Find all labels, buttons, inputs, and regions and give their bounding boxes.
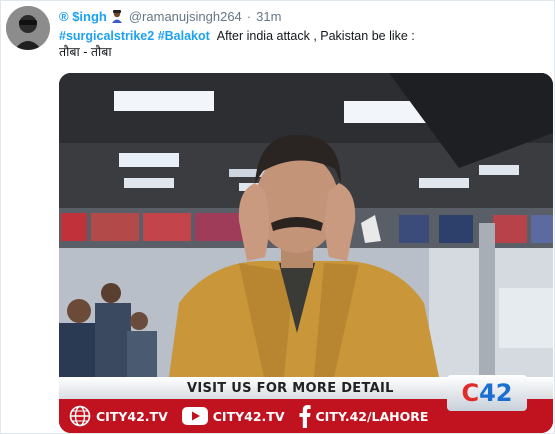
avatar[interactable] [6,6,50,50]
youtube-text: CITY42.TV [212,408,285,424]
website-chip: CITY42.TV [69,405,168,427]
display-name: ® $ingh [59,8,107,24]
tweet-text: #surgicalstrike2 #Balakot After india at… [59,28,546,60]
display-name-link[interactable]: ® $ingh [59,9,124,24]
tweet-header: ® $ingh @ramanujsingh264 · 31m [59,7,546,25]
tweet-text-line2: तौबा - तौबा [59,45,112,59]
youtube-chip: CITY42.TV [181,406,285,426]
hashtag-surgicalstrike2[interactable]: #surgicalstrike2 [59,29,154,43]
website-text: CITY42.TV [96,408,168,424]
logo-c: C [461,379,480,407]
ticker-visit-text: VISIT US FOR MORE DETAIL [187,380,394,396]
facebook-text: CITY.42/LAHORE [315,408,429,424]
video-media[interactable]: VISIT US FOR MORE DETAIL CITY42.TV CITY4… [59,73,553,433]
facebook-icon [299,404,311,428]
globe-icon [69,405,91,427]
tweet-timestamp[interactable]: 31m [256,9,281,24]
youtube-icon [181,406,208,426]
video-frame [59,73,553,377]
channel-logo: C 42 [447,375,527,411]
user-handle[interactable]: @ramanujsingh264 [129,9,242,24]
facebook-chip: CITY.42/LAHORE [299,404,429,428]
tweet-text-line1: After india attack , Pakistan be like : [216,29,415,43]
tweet-card[interactable]: ® $ingh @ramanujsingh264 · 31m #surgical… [0,0,555,434]
hashtag-balakot[interactable]: #Balakot [158,29,210,43]
dot-separator: · [246,8,252,24]
logo-42: 42 [479,379,513,407]
verified-emoji-icon [110,9,124,23]
